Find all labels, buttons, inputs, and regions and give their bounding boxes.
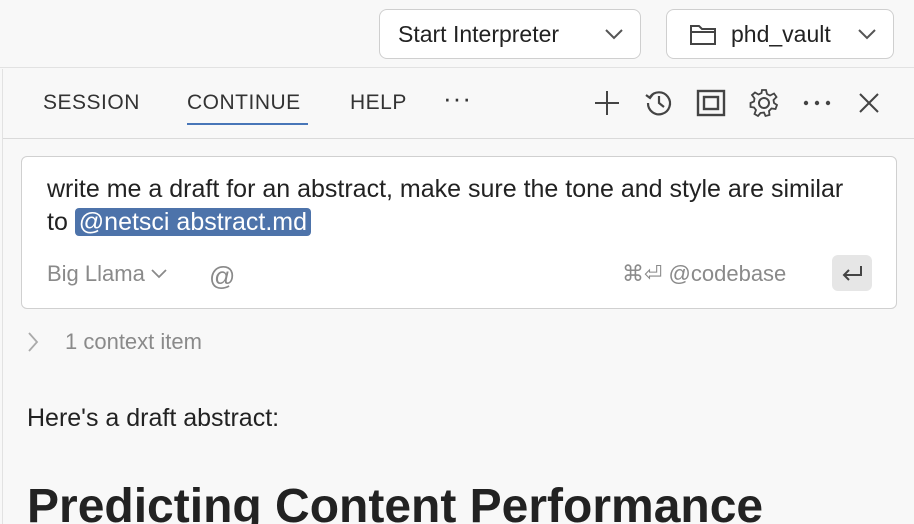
history-icon [645, 91, 672, 116]
vault-label: phd_vault [731, 20, 831, 47]
chat-panel: SESSION CONTINUE HELP ··· write me a dra… [2, 69, 914, 524]
interpreter-label: Start Interpreter [398, 20, 560, 47]
tab-bar: SESSION CONTINUE HELP ··· [3, 69, 914, 139]
context-items-label: 1 context item [65, 329, 202, 354]
tab-session[interactable]: SESSION [43, 91, 140, 123]
codebase-shortcut[interactable]: ⌘⏎ @codebase [622, 261, 786, 287]
folder-icon [689, 22, 717, 46]
context-items-toggle[interactable]: 1 context item [27, 329, 202, 355]
plus-icon [595, 91, 619, 115]
top-toolbar: Start Interpreter phd_vault [0, 0, 914, 68]
ellipsis-icon [803, 100, 831, 106]
tab-more[interactable]: ··· [443, 83, 472, 122]
chevron-down-icon [858, 29, 876, 40]
tab-continue[interactable]: CONTINUE [187, 91, 308, 125]
maximize-icon [696, 89, 726, 117]
gear-icon [749, 89, 779, 118]
chat-input-box[interactable]: write me a draft for an abstract, make s… [21, 156, 897, 309]
fullscreen-button[interactable] [695, 87, 727, 119]
mention-button[interactable]: @ [209, 261, 235, 292]
more-options-button[interactable] [801, 87, 833, 119]
tab-help[interactable]: HELP [350, 91, 407, 123]
model-selector[interactable]: Big Llama [47, 261, 167, 287]
close-icon [859, 93, 879, 113]
enter-icon [842, 266, 862, 281]
new-session-button[interactable] [591, 87, 623, 119]
model-label: Big Llama [47, 261, 145, 286]
submit-button[interactable] [832, 255, 872, 291]
interpreter-dropdown[interactable]: Start Interpreter [379, 9, 641, 59]
chevron-down-icon [151, 269, 167, 279]
file-mention-chip[interactable]: @netsci abstract.md [74, 208, 312, 236]
vault-dropdown[interactable]: phd_vault [666, 9, 894, 59]
assistant-reply-intro: Here's a draft abstract: [27, 404, 280, 432]
reply-heading: Predicting Content Performance [27, 480, 764, 524]
chevron-down-icon [605, 29, 623, 40]
settings-button[interactable] [748, 87, 780, 119]
prompt-text[interactable]: write me a draft for an abstract, make s… [47, 173, 867, 239]
close-button[interactable] [853, 87, 885, 119]
chevron-right-icon [28, 332, 39, 352]
history-button[interactable] [643, 87, 675, 119]
